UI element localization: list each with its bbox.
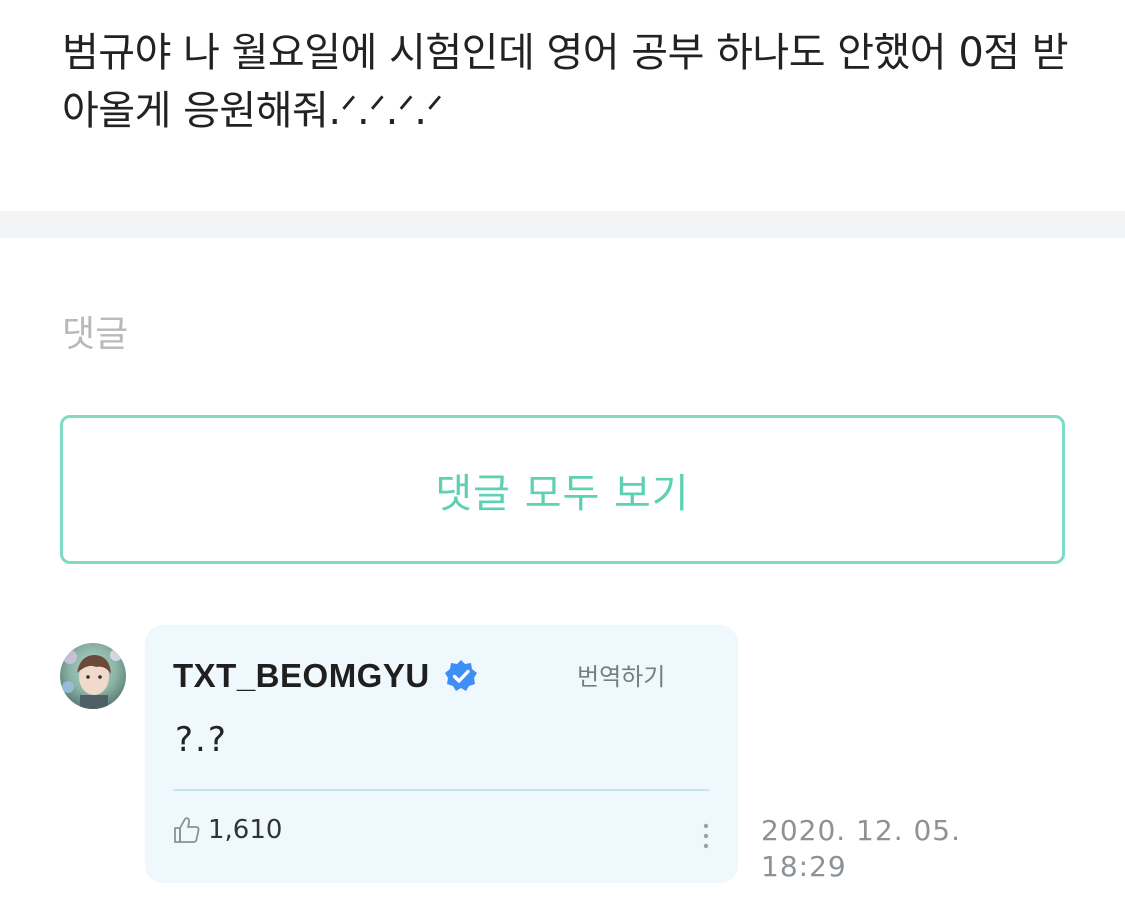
like-count: 1,610 bbox=[208, 815, 283, 845]
view-all-comments-label: 댓글 모두 보기 bbox=[435, 470, 690, 517]
comments-heading: 댓글 bbox=[62, 314, 129, 355]
vertical-dots-icon[interactable] bbox=[697, 821, 715, 853]
like-button[interactable]: 1,610 bbox=[172, 815, 282, 845]
thumbs-up-icon bbox=[172, 815, 202, 845]
comment-timestamp: 2020. 12. 05. 18:29 bbox=[761, 813, 961, 885]
comment-author-name: TXT_BEOMGYU bbox=[173, 657, 430, 694]
post-text: 범규야 나 월요일에 시험인데 영어 공부 하나도 안했어 0점 받아올게 응원… bbox=[62, 30, 1069, 134]
translate-link[interactable]: 번역하기 bbox=[577, 657, 665, 692]
comment-divider bbox=[173, 789, 709, 791]
view-all-comments-button[interactable]: 댓글 모두 보기 bbox=[60, 415, 1065, 564]
comment-date: 2020. 12. 05. bbox=[761, 814, 962, 847]
comment-author[interactable]: TXT_BEOMGYU bbox=[173, 657, 478, 695]
avatar[interactable] bbox=[60, 643, 126, 709]
section-divider bbox=[0, 211, 1125, 238]
verified-check-icon bbox=[444, 659, 478, 693]
comment-time: 18:29 bbox=[761, 850, 847, 883]
comment-bubble: TXT_BEOMGYU 번역하기 ?.? 1,610 bbox=[145, 625, 738, 883]
comment-body: ?.? bbox=[175, 720, 228, 760]
